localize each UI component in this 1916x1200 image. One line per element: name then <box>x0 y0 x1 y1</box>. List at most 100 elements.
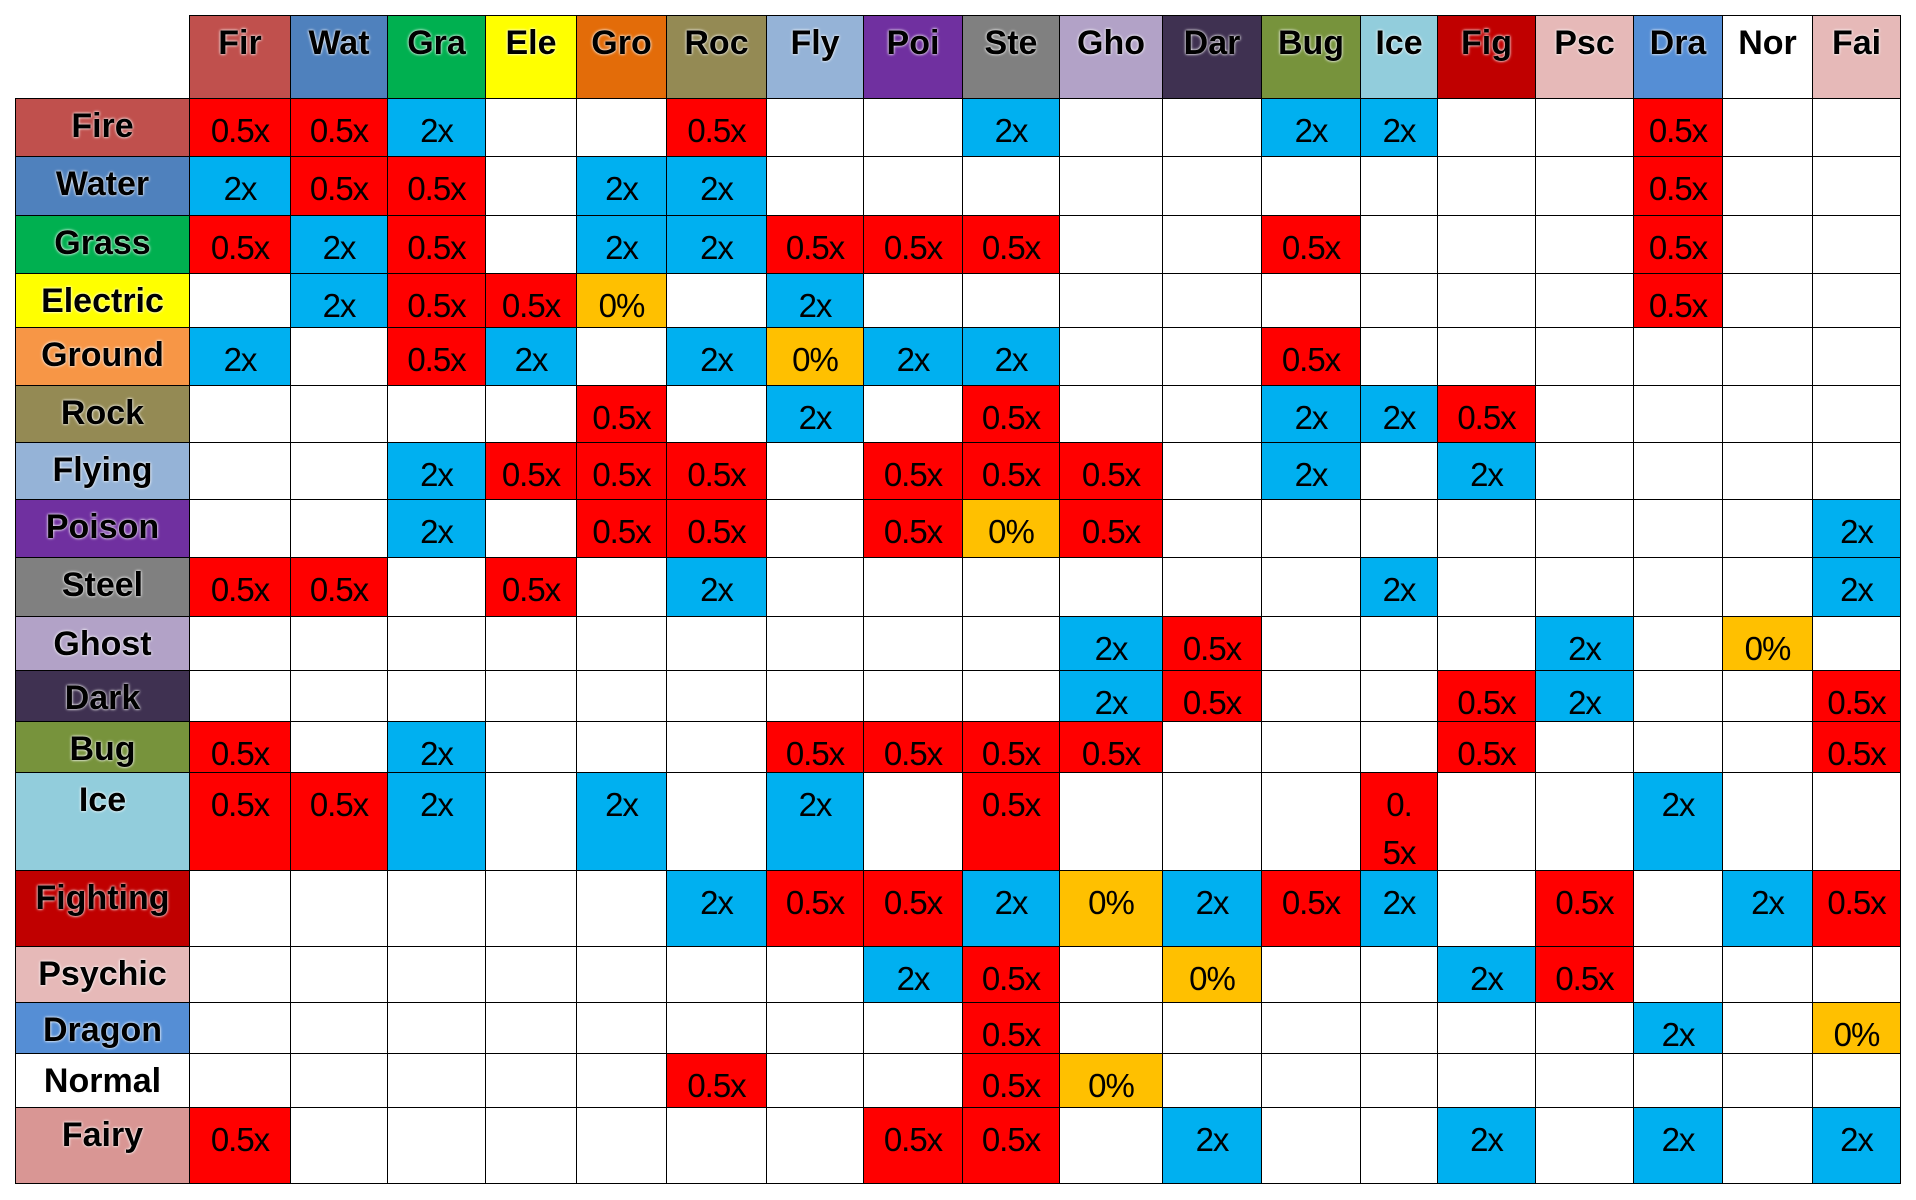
cell-value: 2x <box>1294 112 1329 149</box>
table-cell <box>485 1002 577 1054</box>
table-cell <box>1722 215 1813 274</box>
table-cell <box>290 499 388 558</box>
table-cell <box>1812 442 1901 500</box>
table-cell: 0.5x <box>485 442 577 500</box>
table-cell <box>1162 499 1262 558</box>
cell-value: 0.5x <box>687 112 746 149</box>
cell-value: 2x <box>1195 1121 1230 1158</box>
table-cell <box>962 670 1060 722</box>
column-header-gho: Gho <box>1059 15 1163 99</box>
cell-value: 2x <box>223 170 258 207</box>
table-cell <box>1722 670 1813 722</box>
table-cell <box>766 442 864 500</box>
cell-value: 2x <box>700 341 734 378</box>
table-cell <box>962 273 1060 328</box>
table-cell <box>1535 327 1634 386</box>
cell-value: 0.5x <box>1457 399 1516 436</box>
table-cell: 0.5x <box>290 772 388 871</box>
table-cell: 0% <box>1059 1053 1163 1108</box>
table-cell <box>863 1053 963 1108</box>
table-cell <box>1812 385 1901 443</box>
table-cell <box>1162 557 1262 617</box>
column-header-fig: Fig <box>1437 15 1536 99</box>
table-cell <box>962 156 1060 216</box>
table-cell: 0.5x <box>189 557 291 617</box>
cell-value: 0.5x <box>1457 735 1516 772</box>
table-cell <box>290 327 388 386</box>
table-cell: 0.5x <box>1059 499 1163 558</box>
table-cell: 0.5x <box>1633 156 1723 216</box>
cell-value: 0.5x <box>1081 456 1141 493</box>
column-header-poi: Poi <box>863 15 963 99</box>
cell-value: 0.5x <box>407 229 466 266</box>
table-cell <box>1360 616 1438 671</box>
table-cell <box>1437 870 1536 947</box>
cell-value: 2x <box>1382 399 1417 436</box>
table-cell <box>1535 1107 1634 1184</box>
row-header-label: Normal <box>43 1062 162 1100</box>
table-cell: 2x <box>485 327 577 386</box>
table-cell <box>485 98 577 157</box>
table-cell <box>1360 215 1438 274</box>
row-header-normal: Normal <box>15 1053 190 1108</box>
table-cell <box>1437 273 1536 328</box>
table-cell <box>189 442 291 500</box>
table-cell: 0.5x <box>863 721 963 773</box>
cell-value: 2x <box>420 786 454 823</box>
table-cell <box>576 670 667 722</box>
table-cell <box>1633 499 1723 558</box>
table-cell <box>1633 616 1723 671</box>
cell-value: 0.5x <box>1081 735 1141 772</box>
cell-value: 0.5x <box>309 170 369 207</box>
cell-value: 0.5x <box>210 786 270 823</box>
column-header-label: Gho <box>1077 24 1145 62</box>
cell-value: 2x <box>700 884 734 921</box>
table-cell <box>1261 670 1361 722</box>
table-cell: 2x <box>1535 670 1634 722</box>
table-cell <box>1360 273 1438 328</box>
table-cell <box>766 1053 864 1108</box>
table-cell <box>1360 327 1438 386</box>
cell-value: 0% <box>792 341 839 378</box>
table-cell: 2x <box>387 721 486 773</box>
cell-value: 0.5x <box>687 1067 746 1104</box>
table-cell <box>666 721 767 773</box>
table-cell: 2x <box>1261 98 1361 157</box>
table-cell <box>1437 1053 1536 1108</box>
table-cell <box>576 946 667 1003</box>
table-cell <box>1360 1107 1438 1184</box>
cell-value: 2x <box>1294 399 1329 436</box>
table-cell: 0.5x <box>1437 385 1536 443</box>
cell-value: 0.5x <box>981 960 1041 997</box>
table-cell <box>1633 1053 1723 1108</box>
table-cell <box>1261 721 1361 773</box>
table-cell <box>1535 1002 1634 1054</box>
table-cell <box>1722 772 1813 871</box>
cell-value: 0.5x <box>883 229 943 266</box>
cell-value: 2x <box>420 456 454 493</box>
table-cell <box>1812 156 1901 216</box>
table-cell <box>387 1002 486 1054</box>
column-header-ice: Ice <box>1360 15 1438 99</box>
table-cell: 2x <box>1360 870 1438 947</box>
table-cell <box>1437 616 1536 671</box>
table-cell <box>485 1053 577 1108</box>
cell-value: 0% <box>1744 630 1792 667</box>
row-header-fire: Fire <box>15 98 190 157</box>
table-cell <box>189 1002 291 1054</box>
table-cell: 0.5x <box>1261 870 1361 947</box>
table-cell <box>1059 98 1163 157</box>
table-cell <box>576 616 667 671</box>
table-cell <box>387 870 486 947</box>
table-cell: 0.5x <box>189 98 291 157</box>
table-cell <box>485 499 577 558</box>
table-cell: 0.5x <box>863 215 963 274</box>
table-cell: 2x <box>1162 1107 1262 1184</box>
table-cell <box>576 721 667 773</box>
cell-value: 2x <box>1195 884 1230 921</box>
table-cell <box>387 946 486 1003</box>
column-header-label: Bug <box>1277 24 1345 62</box>
table-cell <box>576 1053 667 1108</box>
table-cell <box>189 870 291 947</box>
table-cell <box>1437 557 1536 617</box>
